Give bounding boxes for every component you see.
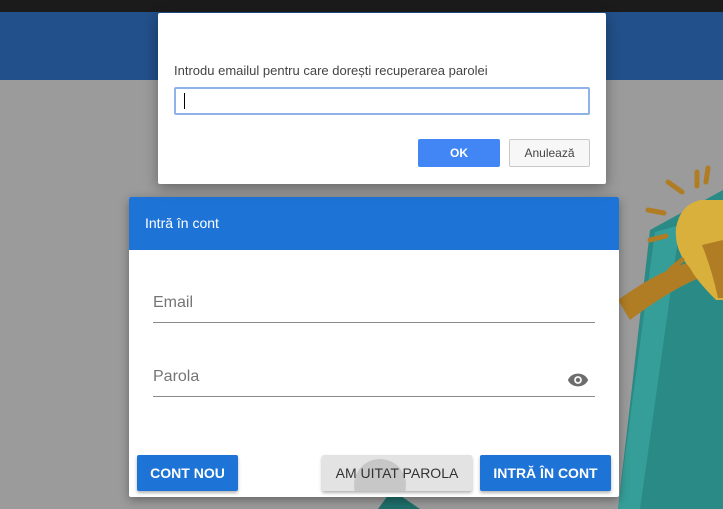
login-card: Intră în cont Email Parola CONT NOU AM U… <box>129 197 619 497</box>
ok-button[interactable]: OK <box>418 139 500 167</box>
login-button[interactable]: INTRĂ ÎN CONT <box>480 455 611 491</box>
window-top-border <box>0 0 723 12</box>
text-caret <box>184 93 185 109</box>
password-placeholder: Parola <box>153 368 200 385</box>
ok-label: OK <box>450 146 468 160</box>
cancel-button[interactable]: Anulează <box>509 139 590 167</box>
dialog-message: Introdu emailul pentru care dorești recu… <box>174 63 488 78</box>
email-field[interactable]: Email <box>153 283 595 323</box>
password-field[interactable]: Parola <box>153 357 595 397</box>
password-recovery-dialog: Introdu emailul pentru care dorești recu… <box>158 13 606 184</box>
new-account-button[interactable]: CONT NOU <box>137 455 238 491</box>
forgot-password-label: AM UITAT PAROLA <box>335 465 459 481</box>
recovery-email-input[interactable] <box>174 87 590 115</box>
login-card-title: Intră în cont <box>145 215 219 231</box>
cancel-label: Anulează <box>524 146 575 160</box>
forgot-password-button[interactable]: AM UITAT PAROLA <box>322 455 472 491</box>
email-placeholder: Email <box>153 294 194 311</box>
login-button-label: INTRĂ ÎN CONT <box>493 465 598 481</box>
login-card-header: Intră în cont <box>129 197 619 250</box>
new-account-label: CONT NOU <box>150 465 225 481</box>
eye-icon[interactable] <box>567 372 589 388</box>
